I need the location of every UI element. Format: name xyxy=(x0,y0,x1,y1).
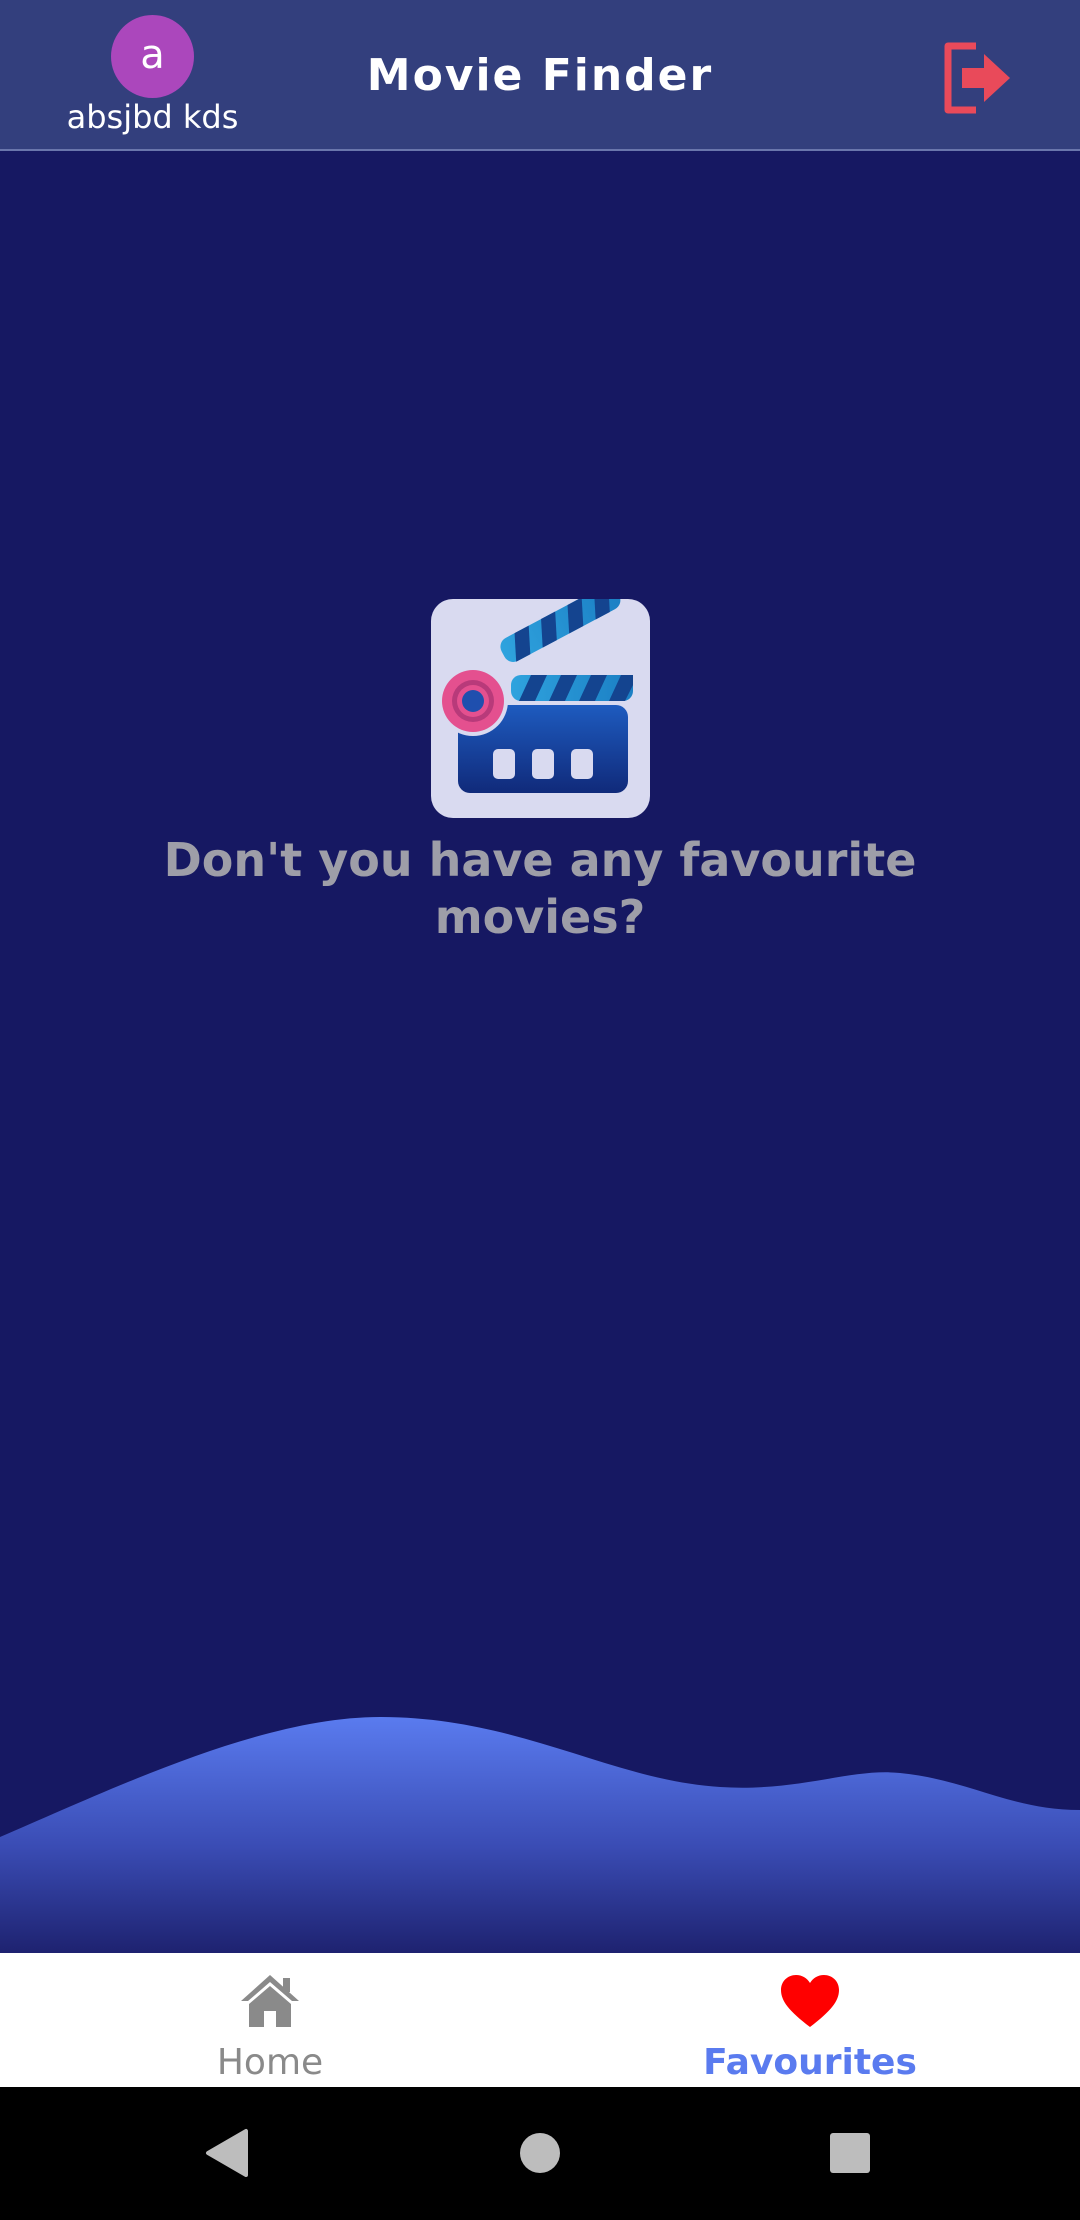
clapperboard-logo xyxy=(431,599,650,818)
recents-icon xyxy=(830,2133,870,2173)
home-circle-icon xyxy=(520,2133,560,2173)
avatar[interactable]: a xyxy=(111,15,194,98)
wave-decoration xyxy=(0,1700,1080,1953)
home-icon xyxy=(239,1971,301,2033)
empty-favourites-message: Don't you have any favourite movies? xyxy=(163,833,917,944)
bottom-navigation: Home Favourites xyxy=(0,1953,1080,2087)
system-home-button[interactable] xyxy=(494,2107,586,2199)
logout-button[interactable] xyxy=(938,38,1018,118)
nav-label-home: Home xyxy=(216,2042,324,2083)
back-button[interactable] xyxy=(180,2107,272,2199)
nav-label-favourites: Favourites xyxy=(703,2042,917,2083)
app-title: Movie Finder xyxy=(366,50,714,101)
recents-button[interactable] xyxy=(804,2107,896,2199)
nav-item-home[interactable]: Home xyxy=(0,1953,540,2087)
clapperboard-icon xyxy=(438,599,633,793)
system-navigation-bar xyxy=(0,2087,1080,2220)
logout-icon xyxy=(944,42,1010,114)
app-bar: a absjbd kds Movie Finder xyxy=(0,0,1080,151)
user-name: absjbd kds xyxy=(66,98,239,136)
nav-item-favourites[interactable]: Favourites xyxy=(540,1953,1080,2087)
back-icon xyxy=(206,2129,248,2177)
heart-icon xyxy=(779,1971,841,2033)
